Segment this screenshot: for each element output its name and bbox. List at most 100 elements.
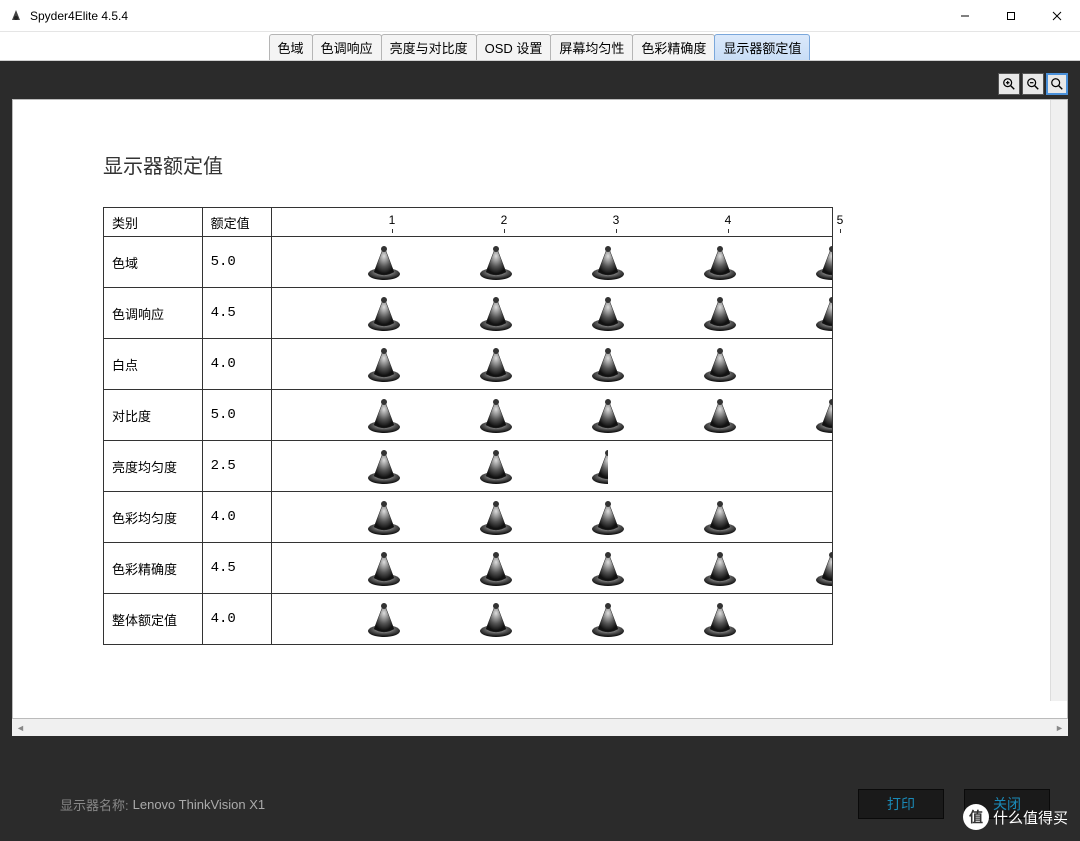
scroll-left-arrow[interactable]: ◄ [12,719,29,736]
rating-icons-cell [272,492,833,543]
maximize-button[interactable] [988,0,1034,32]
rating-value-cell: 5.0 [202,237,271,288]
spyder-icon [588,242,628,282]
spyder-icon [364,242,404,282]
tab-6[interactable]: 显示器额定值 [714,34,810,60]
spyder-icon [700,293,740,333]
table-row: 色彩精确度4.5 [104,543,833,594]
rating-value-cell: 4.0 [202,339,271,390]
spyder-icon [364,293,404,333]
spyder-icon [700,548,740,588]
scale-tick: 5 [837,213,844,227]
spyder-icon [812,395,832,435]
spyder-icon [700,497,740,537]
app-body: 显示器额定值 类别 额定值 12345 色域5.0色调响应4.5白点4.0对比度… [0,61,1080,841]
spyder-icon [812,242,832,282]
zoom-fit-button[interactable] [1046,73,1068,95]
scale-tick: 2 [501,213,508,227]
close-button[interactable] [1034,0,1080,32]
rating-icons-cell [272,339,833,390]
zoom-toolbar [12,73,1068,95]
table-row: 色域5.0 [104,237,833,288]
watermark: 值 什么值得买 [963,804,1068,830]
monitor-name-label: 显示器名称: [60,795,129,814]
rating-value-cell: 5.0 [202,390,271,441]
category-cell: 整体额定值 [104,594,203,645]
spyder-icon [700,395,740,435]
tab-0[interactable]: 色域 [269,34,313,60]
spyder-icon [476,599,516,639]
spyder-icon [588,497,628,537]
spyder-icon [812,548,832,588]
scale-tick: 1 [389,213,396,227]
category-cell: 色彩精确度 [104,543,203,594]
table-row: 色彩均匀度4.0 [104,492,833,543]
rating-value-cell: 4.5 [202,543,271,594]
status-bar: 显示器名称: Lenovo ThinkVision X1 打印 关闭 [60,789,1050,819]
spyder-icon [588,344,628,384]
category-cell: 色调响应 [104,288,203,339]
spyder-icon [588,548,628,588]
scale-tick: 3 [613,213,620,227]
category-cell: 色域 [104,237,203,288]
page-title: 显示器额定值 [103,150,977,179]
spyder-icon [476,446,516,486]
vertical-scrollbar[interactable] [1050,100,1067,701]
spyder-icon [476,395,516,435]
spyder-icon [364,446,404,486]
print-button[interactable]: 打印 [858,789,944,819]
rating-icons-cell [272,543,833,594]
app-icon [8,8,24,24]
spyder-icon [700,242,740,282]
minimize-button[interactable] [942,0,988,32]
table-row: 白点4.0 [104,339,833,390]
zoom-out-button[interactable] [1022,73,1044,95]
tab-4[interactable]: 屏幕均匀性 [550,34,633,60]
col-rating-header: 额定值 [202,208,271,237]
document-frame: 显示器额定值 类别 额定值 12345 色域5.0色调响应4.5白点4.0对比度… [12,99,1068,719]
table-row: 整体额定值4.0 [104,594,833,645]
rating-value-cell: 4.0 [202,594,271,645]
spyder-icon [812,293,832,333]
watermark-badge: 值 [963,804,989,830]
horizontal-scrollbar[interactable]: ◄ ► [12,719,1068,736]
spyder-icon [364,548,404,588]
tab-5[interactable]: 色彩精确度 [632,34,715,60]
table-row: 亮度均匀度2.5 [104,441,833,492]
spyder-icon [364,599,404,639]
spyder-icon [364,395,404,435]
rating-value-cell: 4.0 [202,492,271,543]
spyder-icon [588,293,628,333]
spyder-icon [476,293,516,333]
tab-3[interactable]: OSD 设置 [476,34,552,60]
monitor-name-value: Lenovo ThinkVision X1 [133,797,266,812]
rating-value-cell: 4.5 [202,288,271,339]
rating-table: 类别 额定值 12345 色域5.0色调响应4.5白点4.0对比度5.0亮度均匀… [103,207,833,645]
spyder-icon [700,599,740,639]
spyder-icon [364,344,404,384]
spyder-icon [364,497,404,537]
category-cell: 色彩均匀度 [104,492,203,543]
rating-icons-cell [272,594,833,645]
window-titlebar: Spyder4Elite 4.5.4 [0,0,1080,32]
document-content: 显示器额定值 类别 额定值 12345 色域5.0色调响应4.5白点4.0对比度… [13,100,1067,685]
table-row: 色调响应4.5 [104,288,833,339]
rating-icons-cell [272,288,833,339]
rating-value-cell: 2.5 [202,441,271,492]
tab-1[interactable]: 色调响应 [312,34,382,60]
zoom-in-button[interactable] [998,73,1020,95]
watermark-text: 什么值得买 [993,807,1068,828]
scroll-right-arrow[interactable]: ► [1051,719,1068,736]
tabs-row: 色域色调响应亮度与对比度OSD 设置屏幕均匀性色彩精确度显示器额定值 [0,32,1080,61]
col-category-header: 类别 [104,208,203,237]
spyder-icon [476,548,516,588]
spyder-icon [476,242,516,282]
window-controls [942,0,1080,32]
rating-icons-cell [272,390,833,441]
rating-icons-cell [272,441,833,492]
spyder-icon [588,395,628,435]
tab-2[interactable]: 亮度与对比度 [381,34,477,60]
scale-tick: 4 [725,213,732,227]
category-cell: 亮度均匀度 [104,441,203,492]
scale-header: 12345 [280,211,824,233]
